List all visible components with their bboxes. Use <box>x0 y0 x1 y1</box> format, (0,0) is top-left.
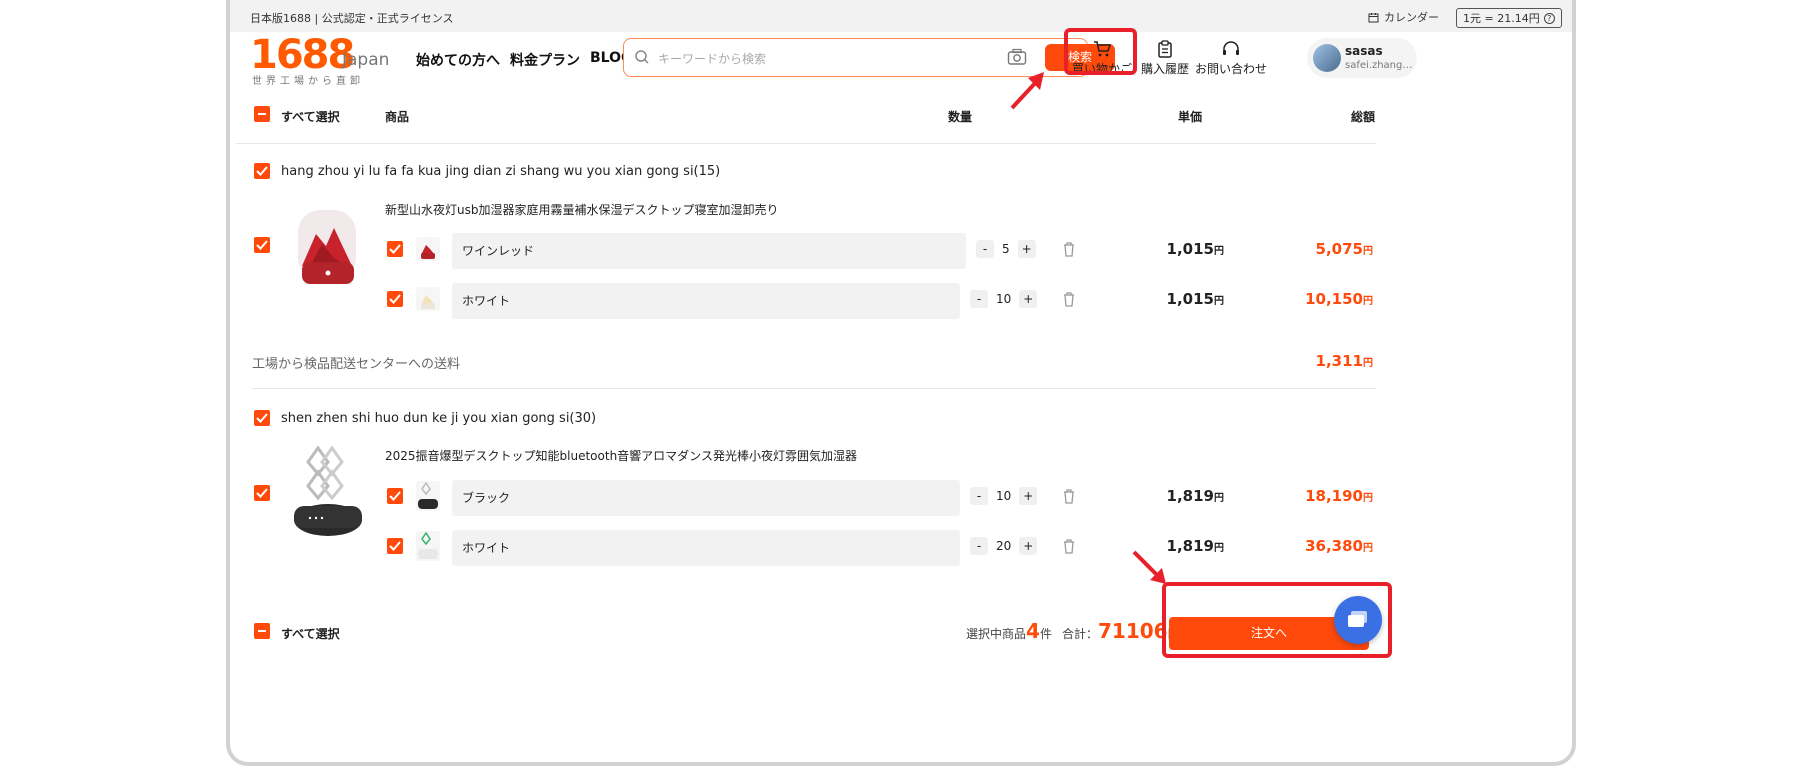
select-all-checkbox[interactable] <box>254 106 270 122</box>
product-title[interactable]: 新型山水夜灯usb加湿器家庭用霧量補水保湿デスクトップ寝室加湿卸売り <box>385 201 778 218</box>
column-product: 商品 <box>385 110 410 124</box>
app-window: 日本版1688 | 公式認定・正式ライセンス カレンダー 1元 = 21.14円… <box>226 0 1576 766</box>
increment-button[interactable]: + <box>1019 487 1038 505</box>
user-name: sasas <box>1345 44 1383 58</box>
select-all-label: すべて選択 <box>281 110 340 124</box>
quantity-value[interactable]: 5 <box>1002 242 1010 256</box>
top-info-bar: 日本版1688 | 公式認定・正式ライセンス カレンダー 1元 = 21.14円… <box>230 0 1572 32</box>
trash-icon[interactable] <box>1062 241 1076 257</box>
user-email: safei.zhang@... <box>1345 60 1415 71</box>
logo-suffix: Japan <box>342 50 390 70</box>
chat-icon <box>1348 611 1367 627</box>
logo-tagline: 世界工場から直卸 <box>252 76 364 87</box>
product-checkbox[interactable] <box>254 485 270 501</box>
quantity-value[interactable]: 10 <box>996 489 1011 503</box>
footer-select-all-label: すべて選択 <box>281 627 340 641</box>
shop-name[interactable]: shen zhen shi huo dun ke ji you xian gon… <box>281 411 596 426</box>
decrement-button[interactable]: - <box>970 537 988 555</box>
contact-link[interactable]: お問い合わせ <box>1195 40 1267 77</box>
variant-name: ホワイト <box>452 530 960 566</box>
shop-name[interactable]: hang zhou yi lu fa fa kua jing dian zi s… <box>281 164 720 179</box>
line-total: 10,150円 <box>1305 290 1373 308</box>
variant-thumbnail <box>416 237 440 261</box>
product-image[interactable] <box>286 444 370 540</box>
variant-checkbox[interactable] <box>387 538 403 554</box>
product-checkbox[interactable] <box>254 237 270 253</box>
variant-checkbox[interactable] <box>387 291 403 307</box>
increment-button[interactable]: + <box>1019 290 1038 308</box>
contact-label: お問い合わせ <box>1195 62 1268 76</box>
user-menu[interactable]: sasas safei.zhang@... <box>1307 38 1417 78</box>
variant-checkbox[interactable] <box>387 488 403 504</box>
variant-thumbnail <box>416 481 440 511</box>
line-total: 36,380円 <box>1305 537 1373 555</box>
unit-price: 1,015円 <box>1166 240 1224 258</box>
main-nav: 始めての方へ 料金プラン BLOG <box>416 50 633 70</box>
increment-button[interactable]: + <box>1017 240 1036 258</box>
clipboard-icon <box>1158 40 1172 58</box>
variant-name: ブラック <box>452 480 960 516</box>
unit-price: 1,819円 <box>1166 487 1224 505</box>
quantity-stepper: - 10 + <box>970 290 1038 308</box>
cart-highlight-box <box>1064 28 1137 75</box>
line-total: 5,075円 <box>1315 240 1373 258</box>
nav-item-pricing[interactable]: 料金プラン <box>510 50 580 70</box>
divider <box>236 143 1376 144</box>
variant-name: ホワイト <box>452 283 960 319</box>
column-total: 総額 <box>1351 110 1376 124</box>
calendar-link[interactable]: カレンダー <box>1368 9 1439 25</box>
variant-thumbnail <box>416 531 440 561</box>
shop-checkbox[interactable] <box>254 163 270 179</box>
nav-item-beginners[interactable]: 始めての方へ <box>416 50 500 70</box>
search-icon <box>635 50 649 64</box>
trash-icon[interactable] <box>1062 291 1076 307</box>
shipping-fee: 1,311円 <box>1315 352 1373 370</box>
quantity-stepper: - 10 + <box>970 487 1038 505</box>
headset-icon <box>1223 41 1239 55</box>
trash-icon[interactable] <box>1062 538 1076 554</box>
camera-icon[interactable] <box>1007 48 1027 66</box>
decrement-button[interactable]: - <box>976 240 994 258</box>
shipping-label: 工場から検品配送センターへの送料 <box>252 357 461 372</box>
exchange-rate-label: 1元 = 21.14円 <box>1463 12 1540 25</box>
quantity-value[interactable]: 20 <box>996 539 1011 553</box>
product-title[interactable]: 2025振音爆型デスクトップ知能bluetooth音響アロマダンス発光棒小夜灯雰… <box>385 447 857 464</box>
unit-price: 1,015円 <box>1166 290 1224 308</box>
search-input[interactable]: キーワードから検索 <box>658 50 766 67</box>
column-quantity: 数量 <box>948 110 973 124</box>
variant-name: ワインレッド <box>452 233 966 269</box>
line-total: 18,190円 <box>1305 487 1373 505</box>
quantity-stepper: - 20 + <box>970 537 1038 555</box>
decrement-button[interactable]: - <box>970 290 988 308</box>
chat-button[interactable] <box>1334 596 1382 644</box>
exchange-rate[interactable]: 1元 = 21.14円 ? <box>1456 8 1562 28</box>
shop-checkbox[interactable] <box>254 410 270 426</box>
column-unit-price: 単価 <box>1178 110 1203 124</box>
avatar <box>1313 44 1341 72</box>
site-logo[interactable]: 1688 Japan 世界工場から直卸 <box>250 32 400 87</box>
trash-icon[interactable] <box>1062 488 1076 504</box>
variant-thumbnail <box>416 287 440 311</box>
history-link[interactable]: 購入履歴 <box>1141 40 1189 77</box>
product-image[interactable] <box>288 206 368 290</box>
help-icon: ? <box>1543 12 1555 24</box>
arrow-icon <box>1010 72 1044 110</box>
footer-select-all-checkbox[interactable] <box>254 623 270 639</box>
quantity-stepper: - 5 + <box>976 240 1036 258</box>
quantity-value[interactable]: 10 <box>996 292 1011 306</box>
increment-button[interactable]: + <box>1019 537 1038 555</box>
calendar-label: カレンダー <box>1384 11 1439 24</box>
calendar-icon <box>1368 12 1379 22</box>
variant-checkbox[interactable] <box>387 241 403 257</box>
decrement-button[interactable]: - <box>970 487 988 505</box>
divider <box>252 388 1376 389</box>
license-text: 日本版1688 | 公式認定・正式ライセンス <box>250 12 454 25</box>
selected-count: 選択中商品 4 件 <box>966 619 1052 643</box>
history-label: 購入履歴 <box>1141 62 1190 76</box>
